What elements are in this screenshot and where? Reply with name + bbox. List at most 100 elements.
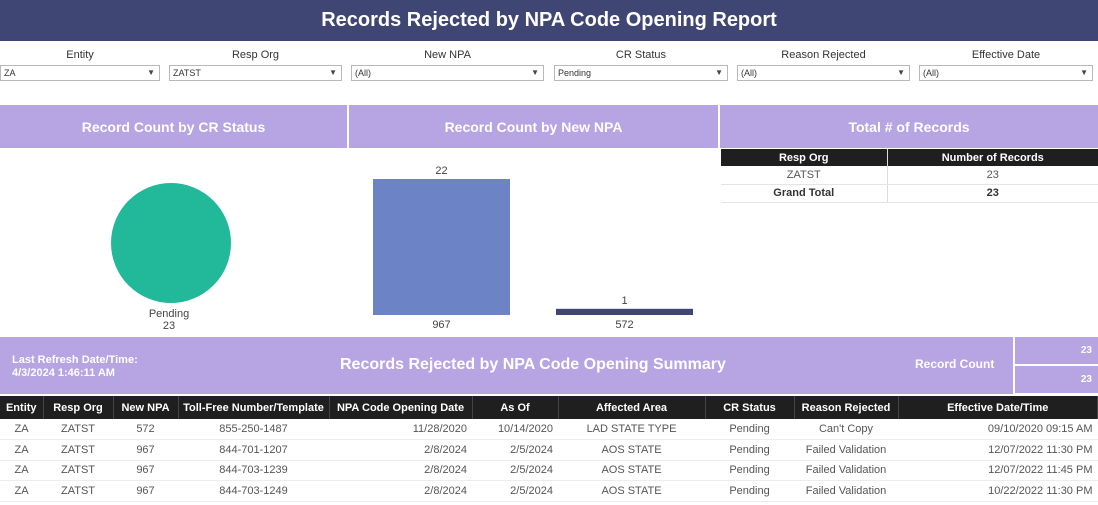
- table-row: ZA ZATST 967 844-703-1249 2/8/2024 2/5/2…: [0, 480, 1098, 502]
- cr-status-pie-chart: Pending 23: [0, 148, 347, 338]
- filter-label: CR Status: [615, 49, 667, 61]
- reason-rejected-cell: Failed Validation: [794, 460, 898, 481]
- grand-total-value: 23: [887, 184, 1098, 203]
- resp-org-cell: ZATST: [43, 480, 113, 502]
- effective-date-cell: 12/07/2022 11:30 PM: [898, 439, 1098, 461]
- column-header[interactable]: CR Status: [705, 396, 795, 419]
- select-value: Pending: [558, 68, 592, 78]
- cr-status-cell: Pending: [705, 480, 794, 502]
- chevron-down-icon: ▼: [715, 68, 723, 77]
- resp-org-cell: ZATST: [43, 419, 113, 440]
- chevron-down-icon: ▼: [147, 68, 155, 77]
- as-of-cell: 10/14/2020: [472, 419, 558, 440]
- npa-opening-date-cell: 2/8/2024: [329, 439, 472, 461]
- affected-area-cell: AOS STATE: [558, 460, 705, 481]
- npa-opening-date-cell: 2/8/2024: [329, 480, 472, 502]
- total-records-panel-title: Total # of Records: [720, 105, 1098, 148]
- column-header[interactable]: Effective Date/Time: [898, 396, 1098, 419]
- grand-total-row: Grand Total 23: [721, 184, 1098, 203]
- as-of-cell: 2/5/2024: [472, 439, 558, 461]
- report-title: Records Rejected by NPA Code Opening Rep…: [0, 0, 1098, 41]
- select-value: ZA: [4, 68, 16, 78]
- bar: [373, 179, 510, 315]
- refresh-value: 4/3/2024 1:46:11 AM: [12, 367, 115, 379]
- resp-org-cell: ZATST: [43, 460, 113, 481]
- resp-org-cell: ZATST: [43, 439, 113, 461]
- chevron-down-icon: ▼: [531, 68, 539, 77]
- filter-resp-org: Resp Org ZATST ▼: [169, 47, 342, 87]
- entity-cell: ZA: [0, 439, 43, 461]
- toll-free-number-cell: 855-250-1487: [178, 419, 329, 440]
- new-npa-cell: 572: [113, 419, 178, 440]
- select-value: ZATST: [173, 68, 201, 78]
- reason-rejected-select[interactable]: (All) ▼: [737, 65, 910, 81]
- column-header[interactable]: As Of: [472, 396, 559, 419]
- column-header[interactable]: New NPA: [113, 396, 179, 419]
- chevron-down-icon: ▼: [897, 68, 905, 77]
- effective-date-select[interactable]: (All) ▼: [919, 65, 1093, 81]
- select-value: (All): [355, 68, 371, 78]
- table-header-row: Entity Resp Org New NPA Toll-Free Number…: [0, 396, 1098, 419]
- refresh-label: Last Refresh Date/Time:: [12, 354, 138, 366]
- table-row: ZATST 23: [721, 166, 1098, 185]
- toll-free-number-cell: 844-703-1249: [178, 480, 329, 502]
- filter-label: Effective Date: [971, 49, 1041, 61]
- affected-area-cell: AOS STATE: [558, 439, 705, 461]
- pie-category-label: Pending: [149, 308, 189, 320]
- record-count-value: 23: [1015, 366, 1098, 393]
- npa-opening-date-cell: 2/8/2024: [329, 460, 472, 481]
- as-of-cell: 2/5/2024: [472, 480, 558, 502]
- grand-total-label: Grand Total: [721, 184, 888, 203]
- column-header[interactable]: NPA Code Opening Date: [329, 396, 473, 419]
- table-row: ZA ZATST 967 844-701-1207 2/8/2024 2/5/2…: [0, 439, 1098, 461]
- bar-value-label: 1: [621, 295, 627, 307]
- cr-status-cell: Pending: [705, 419, 794, 440]
- pie-chart-svg: Pending23: [111, 183, 231, 332]
- new-npa-cell: 967: [113, 460, 178, 481]
- total-records-table: Resp Org Number of Records ZATST 23 Gran…: [721, 149, 1098, 203]
- chevron-down-icon: ▼: [329, 68, 337, 77]
- filter-label: Reason Rejected: [781, 49, 866, 61]
- column-header[interactable]: Toll-Free Number/Template: [178, 396, 330, 419]
- select-value: (All): [741, 68, 757, 78]
- bar: [556, 308, 693, 315]
- filter-new-npa: New NPA (All) ▼: [351, 47, 544, 87]
- pie-value-label: 23: [163, 320, 175, 332]
- affected-area-cell: LAD STATE TYPE: [558, 419, 705, 440]
- new-npa-panel-title: Record Count by New NPA: [349, 105, 718, 148]
- reason-rejected-cell: Failed Validation: [794, 480, 898, 502]
- column-header[interactable]: Entity: [0, 396, 44, 419]
- filter-label: Entity: [66, 49, 94, 61]
- filter-label: Resp Org: [231, 49, 280, 61]
- cr-status-cell: Pending: [705, 439, 794, 461]
- entity-select[interactable]: ZA ▼: [0, 65, 160, 81]
- resp-org-select[interactable]: ZATST ▼: [169, 65, 342, 81]
- new-npa-select[interactable]: (All) ▼: [351, 65, 544, 81]
- record-count-value: 23: [1015, 337, 1098, 364]
- column-header[interactable]: Affected Area: [558, 396, 706, 419]
- bar-value-label: 22: [435, 165, 447, 177]
- select-value: (All): [923, 68, 939, 78]
- cr-status-panel-title: Record Count by CR Status: [0, 105, 347, 148]
- column-header[interactable]: Resp Org: [43, 396, 114, 419]
- filter-bar: Entity ZA ▼ Resp Org ZATST ▼ New NPA (All)…: [0, 47, 1098, 87]
- bar-category-label: 967: [432, 319, 450, 331]
- cr-status-select[interactable]: Pending ▼: [554, 65, 728, 81]
- new-npa-bar-chart: 22 967 1 572: [348, 148, 718, 338]
- filter-reason-rejected: Reason Rejected (All) ▼: [737, 47, 910, 87]
- last-refresh: Last Refresh Date/Time: 4/3/2024 1:46:11…: [12, 354, 138, 380]
- toll-free-number-cell: 844-703-1239: [178, 460, 329, 481]
- entity-cell: ZA: [0, 460, 43, 481]
- filter-effective-date: Effective Date (All) ▼: [919, 47, 1093, 87]
- affected-area-cell: AOS STATE: [558, 480, 705, 502]
- filter-cr-status: CR Status Pending ▼: [554, 47, 728, 87]
- new-npa-cell: 967: [113, 480, 178, 502]
- table-row: ZA ZATST 572 855-250-1487 11/28/2020 10/…: [0, 419, 1098, 440]
- resp-org-cell: ZATST: [721, 166, 888, 185]
- entity-cell: ZA: [0, 419, 43, 440]
- bar-category-label: 572: [615, 319, 633, 331]
- summary-band: Last Refresh Date/Time: 4/3/2024 1:46:11…: [0, 337, 1013, 394]
- pie-slice: [111, 183, 231, 303]
- column-header[interactable]: Reason Rejected: [794, 396, 899, 419]
- record-count-cell: 23: [887, 166, 1098, 185]
